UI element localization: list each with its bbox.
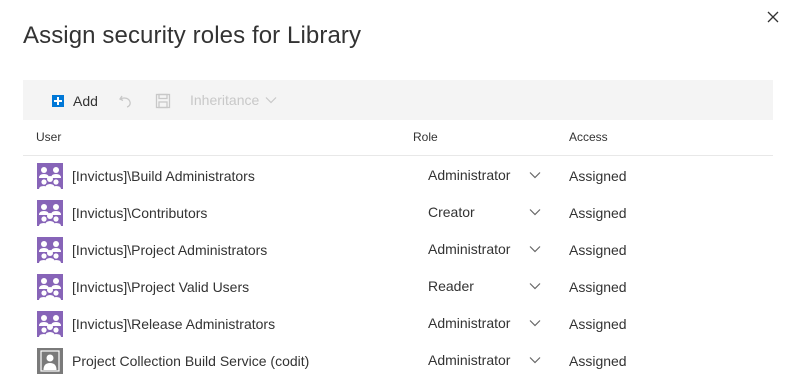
role-dropdown[interactable]: Reader (428, 277, 548, 297)
chevron-down-icon (265, 97, 277, 104)
undo-icon (119, 95, 131, 108)
role-dropdown[interactable]: Administrator (428, 240, 548, 260)
group-icon (37, 274, 63, 300)
group-icon (37, 311, 63, 337)
access-value: Assigned (569, 168, 627, 184)
add-icon (52, 95, 64, 107)
table-row[interactable]: Project Collection Build Service (codit)… (23, 341, 773, 378)
user-name: [Invictus]\Contributors (72, 205, 208, 221)
close-icon (767, 11, 779, 23)
column-header-access: Access (569, 130, 608, 144)
save-button[interactable] (155, 93, 171, 109)
close-button[interactable] (764, 8, 782, 26)
role-dropdown[interactable]: Administrator (428, 166, 548, 186)
table-row[interactable]: [Invictus]\Project Administrators Admini… (23, 230, 773, 267)
role-label: Reader (428, 278, 474, 294)
inheritance-label: Inheritance (190, 92, 260, 108)
chevron-down-icon (529, 209, 541, 216)
access-value: Assigned (569, 316, 627, 332)
role-label: Administrator (428, 167, 511, 183)
group-icon (37, 200, 63, 226)
table-row[interactable]: [Invictus]\Release Administrators Admini… (23, 304, 773, 341)
dialog-title: Assign security roles for Library (23, 22, 362, 49)
role-label: Administrator (428, 241, 511, 257)
role-dropdown[interactable]: Creator (428, 203, 548, 223)
access-value: Assigned (569, 279, 627, 295)
add-button[interactable]: Add (52, 93, 98, 109)
user-name: [Invictus]\Release Administrators (72, 316, 276, 332)
group-icon (37, 237, 63, 263)
save-icon (155, 93, 171, 109)
user-name: [Invictus]\Build Administrators (72, 168, 255, 184)
access-value: Assigned (569, 205, 627, 221)
chevron-down-icon (529, 320, 541, 327)
table-row[interactable]: [Invictus]\Contributors Creator Assigned (23, 193, 773, 230)
role-dropdown[interactable]: Administrator (428, 314, 548, 334)
role-label: Administrator (428, 352, 511, 368)
inheritance-dropdown[interactable]: Inheritance (190, 92, 277, 108)
user-name: [Invictus]\Project Administrators (72, 242, 268, 258)
column-header-role: Role (413, 130, 438, 144)
group-icon (37, 163, 63, 189)
role-label: Administrator (428, 315, 511, 331)
table-row[interactable]: [Invictus]\Build Administrators Administ… (23, 156, 773, 193)
chevron-down-icon (529, 246, 541, 253)
toolbar: Add Inheritance (23, 80, 773, 120)
table-row[interactable]: [Invictus]\Project Valid Users Reader As… (23, 267, 773, 304)
add-button-label: Add (73, 93, 98, 109)
role-label: Creator (428, 204, 475, 220)
user-name: [Invictus]\Project Valid Users (72, 279, 250, 295)
access-value: Assigned (569, 353, 627, 369)
user-name: Project Collection Build Service (codit) (72, 353, 310, 369)
chevron-down-icon (529, 357, 541, 364)
chevron-down-icon (529, 172, 541, 179)
user-icon (37, 348, 63, 374)
undo-button[interactable] (118, 93, 134, 109)
column-header-user: User (36, 130, 62, 144)
role-dropdown[interactable]: Administrator (428, 351, 548, 371)
access-value: Assigned (569, 242, 627, 258)
chevron-down-icon (529, 283, 541, 290)
